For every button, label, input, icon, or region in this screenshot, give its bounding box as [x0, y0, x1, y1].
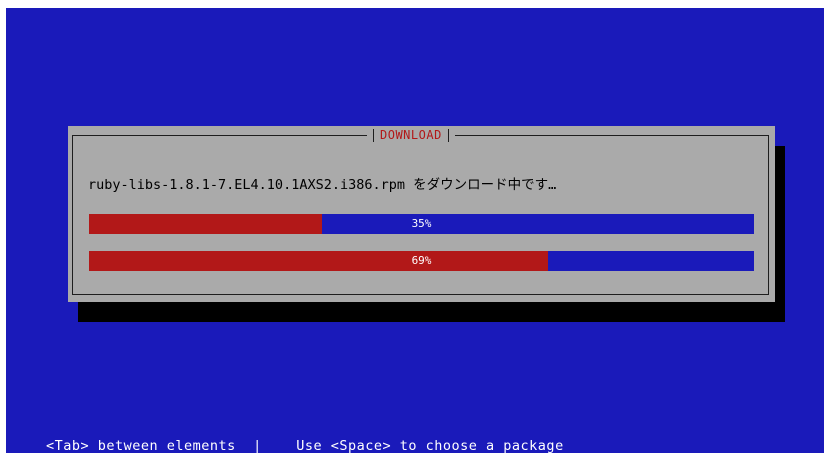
total-progress-label: 69% [411, 254, 432, 267]
download-message: ruby-libs-1.8.1-7.EL4.10.1AXS2.i386.rpm … [88, 177, 557, 193]
file-progress-bar: 35% [89, 214, 754, 234]
help-tab-text: <Tab> between elements [46, 438, 236, 453]
help-bar: <Tab> between elements | Use <Space> to … [46, 438, 564, 453]
dialog-title: DOWNLOAD [380, 128, 442, 142]
installer-screen: DOWNLOAD ruby-libs-1.8.1-7.EL4.10.1AXS2.… [6, 8, 824, 453]
download-dialog: DOWNLOAD ruby-libs-1.8.1-7.EL4.10.1AXS2.… [68, 126, 775, 302]
title-right-tick [447, 128, 449, 142]
dialog-title-box: DOWNLOAD [367, 126, 455, 144]
file-progress-label: 35% [411, 217, 432, 230]
total-progress-bar: 69% [89, 251, 754, 271]
help-separator: | [253, 438, 262, 453]
help-space-text: Use <Space> to choose a package [296, 438, 564, 453]
title-left-tick [373, 128, 374, 142]
